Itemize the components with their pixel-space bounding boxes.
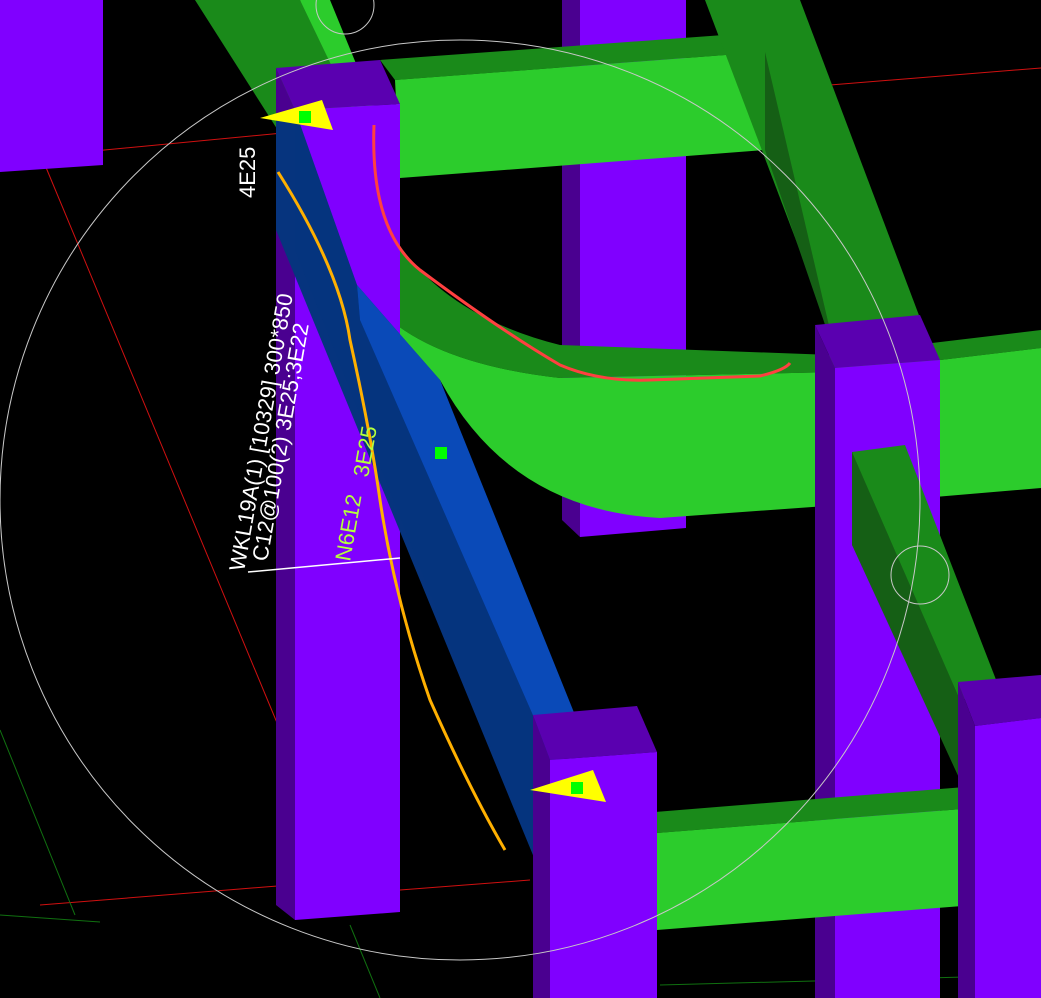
column-far-left[interactable] [0,0,103,172]
column-far-right[interactable] [958,675,1041,998]
3d-model-viewport[interactable]: 4E25 WKL19A(1) [10329] 300*850 C12@100(2… [0,0,1041,998]
mid-grip-icon[interactable] [435,447,447,459]
column-front-middle[interactable] [533,706,657,998]
label-top-rebar: 4E25 [235,147,260,198]
beam-right-diagonal[interactable] [705,0,920,345]
beam-front-bottom[interactable] [655,787,975,930]
